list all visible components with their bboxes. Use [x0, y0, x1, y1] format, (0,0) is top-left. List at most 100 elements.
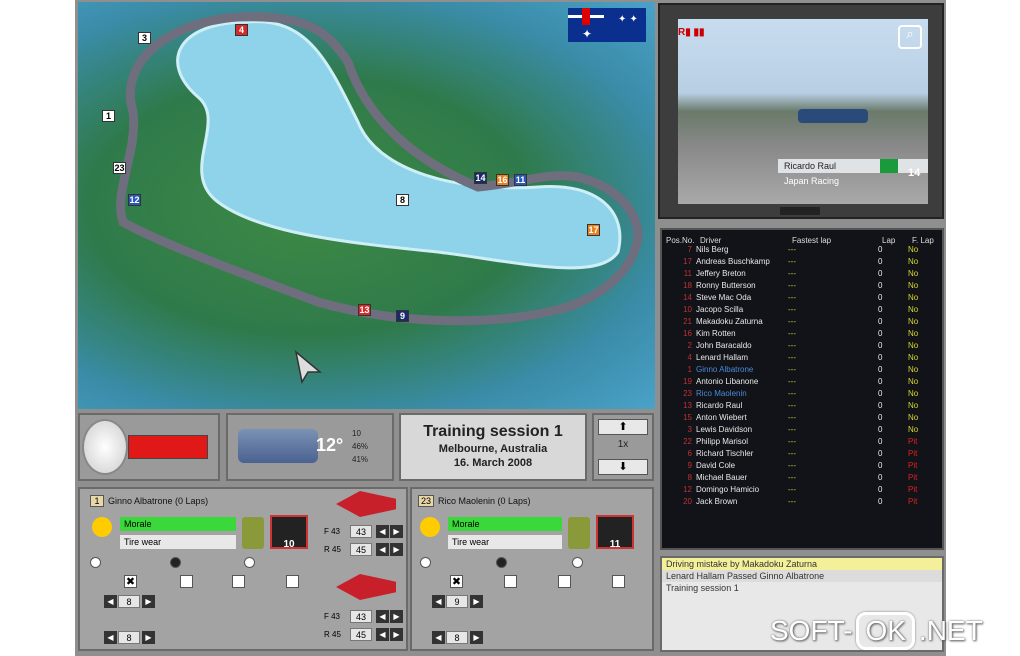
- option-checkbox[interactable]: [504, 575, 517, 588]
- standings-row[interactable]: 3 Lewis Davidson --- 0 No: [662, 424, 942, 436]
- track-map[interactable]: ✦ ✦ ✦ 3 4 1 23 12 14 16 11 8 17 13 9: [78, 2, 655, 409]
- stepper-left-icon[interactable]: ◀: [104, 631, 117, 644]
- standings-pos: 9: [687, 461, 692, 470]
- standings-driver: Makadoku Zaturna: [696, 317, 763, 326]
- car-marker[interactable]: 16: [496, 174, 509, 186]
- standings-row[interactable]: 6 Richard Tischler --- 0 Pit: [662, 448, 942, 460]
- standings-row[interactable]: 8 Michael Bauer --- 0 Pit: [662, 472, 942, 484]
- decrease-icon[interactable]: ◀: [376, 628, 389, 641]
- decrease-icon[interactable]: ◀: [376, 543, 389, 556]
- car-marker[interactable]: 17: [587, 224, 600, 236]
- car-marker[interactable]: 4: [235, 24, 248, 36]
- car-marker[interactable]: 14: [474, 172, 487, 184]
- camera-controls[interactable]: [780, 207, 820, 215]
- standings-row[interactable]: 9 David Cole --- 0 Pit: [662, 460, 942, 472]
- option-checkbox[interactable]: [286, 575, 299, 588]
- strategy-radio[interactable]: [244, 557, 255, 568]
- speed-up-button[interactable]: ⬆: [598, 419, 648, 435]
- rear-wing-value[interactable]: 45: [350, 543, 372, 556]
- standings-driver: Jack Brown: [696, 497, 738, 506]
- standings-row[interactable]: 17 Andreas Buschkamp --- 0 No: [662, 256, 942, 268]
- stopwatch-icon: [82, 419, 128, 475]
- standings-row[interactable]: 12 Domingo Hamicio --- 0 Pit: [662, 484, 942, 496]
- standings-row[interactable]: 19 Antonio Libanone --- 0 No: [662, 376, 942, 388]
- option-checkbox[interactable]: ✖: [124, 575, 137, 588]
- rear-wing-value[interactable]: 45: [350, 628, 372, 641]
- strategy-radio[interactable]: [170, 557, 181, 568]
- standings-row[interactable]: 18 Ronny Butterson --- 0 No: [662, 280, 942, 292]
- standings-row[interactable]: 23 Rico Maolenin --- 0 No: [662, 388, 942, 400]
- standings-driver: Michael Bauer: [696, 473, 748, 482]
- option-checkbox[interactable]: [612, 575, 625, 588]
- session-title: Training session 1: [423, 423, 563, 440]
- pit-indicator: 10: [270, 515, 308, 550]
- option-checkbox[interactable]: [180, 575, 193, 588]
- increase-icon[interactable]: ▶: [390, 543, 403, 556]
- stepper-right-icon[interactable]: ▶: [470, 631, 483, 644]
- increase-icon[interactable]: ▶: [390, 610, 403, 623]
- tv-camera-panel: R▮ ▮▮ ⌕ Ricardo Raul Japan Racing 14: [658, 3, 944, 219]
- stepper-value[interactable]: 8: [446, 631, 468, 644]
- standings-row[interactable]: 21 Makadoku Zaturna --- 0 No: [662, 316, 942, 328]
- stepper-left-icon[interactable]: ◀: [104, 595, 117, 608]
- header-driver: Driver: [700, 236, 722, 245]
- strategy-radio[interactable]: [572, 557, 583, 568]
- standings-flap: No: [908, 425, 919, 434]
- stepper-right-icon[interactable]: ▶: [142, 631, 155, 644]
- zoom-icon[interactable]: ⌕: [898, 25, 922, 49]
- standings-row[interactable]: 15 Anton Wiebert --- 0 No: [662, 412, 942, 424]
- standings-pos: 13: [683, 401, 692, 410]
- standings-row[interactable]: 11 Jeffery Breton --- 0 No: [662, 268, 942, 280]
- standings-row[interactable]: 16 Kim Rotten --- 0 No: [662, 328, 942, 340]
- increase-icon[interactable]: ▶: [390, 628, 403, 641]
- morale-bar: Morale: [120, 517, 236, 531]
- standings-row[interactable]: 1 Ginno Albatrone --- 0 No: [662, 364, 942, 376]
- strategy-radio[interactable]: [496, 557, 507, 568]
- standings-fastest: ---: [788, 461, 796, 470]
- standings-row[interactable]: 20 Jack Brown --- 0 Pit: [662, 496, 942, 508]
- increase-icon[interactable]: ▶: [390, 525, 403, 538]
- standings-row[interactable]: 7 Nils Berg --- 0 No: [662, 244, 942, 256]
- standings-fastest: ---: [788, 365, 796, 374]
- standings-fastest: ---: [788, 401, 796, 410]
- standings-flap: No: [908, 305, 919, 314]
- option-checkbox[interactable]: [232, 575, 245, 588]
- option-checkbox[interactable]: [558, 575, 571, 588]
- stepper-value[interactable]: 8: [118, 631, 140, 644]
- front-wing-label: F 43: [324, 527, 341, 536]
- stepper-right-icon[interactable]: ▶: [142, 595, 155, 608]
- decrease-icon[interactable]: ◀: [376, 610, 389, 623]
- standings-driver: Lenard Hallam: [696, 353, 749, 362]
- option-checkbox[interactable]: ✖: [450, 575, 463, 588]
- car-marker[interactable]: 9: [396, 310, 409, 322]
- front-wing-value[interactable]: 43: [350, 525, 372, 538]
- stepper-value[interactable]: 8: [118, 595, 140, 608]
- standings-fastest: ---: [788, 305, 796, 314]
- watermark-left: SOFT-: [770, 615, 853, 646]
- standings-flap: No: [908, 245, 919, 254]
- standings-fastest: ---: [788, 425, 796, 434]
- car-marker[interactable]: 13: [358, 304, 371, 316]
- standings-row[interactable]: 10 Jacopo Scilla --- 0 No: [662, 304, 942, 316]
- standings-row[interactable]: 13 Ricardo Raul --- 0 No: [662, 400, 942, 412]
- stepper-right-icon[interactable]: ▶: [470, 595, 483, 608]
- stepper-left-icon[interactable]: ◀: [432, 631, 445, 644]
- car-marker[interactable]: 12: [128, 194, 141, 206]
- standings-row[interactable]: 4 Lenard Hallam --- 0 No: [662, 352, 942, 364]
- standings-lap: 0: [878, 389, 883, 398]
- standings-row[interactable]: 22 Philipp Marisol --- 0 Pit: [662, 436, 942, 448]
- camera-view[interactable]: R▮ ▮▮ ⌕ Ricardo Raul Japan Racing 14: [678, 19, 928, 204]
- driver-number: 23: [418, 495, 434, 507]
- decrease-icon[interactable]: ◀: [376, 525, 389, 538]
- front-wing-value[interactable]: 43: [350, 610, 372, 623]
- strategy-radio[interactable]: [420, 557, 431, 568]
- strategy-radio[interactable]: [90, 557, 101, 568]
- car-marker[interactable]: 11: [514, 174, 527, 186]
- stepper-left-icon[interactable]: ◀: [432, 595, 445, 608]
- stepper-value[interactable]: 9: [446, 595, 468, 608]
- standings-row[interactable]: 14 Steve Mac Oda --- 0 No: [662, 292, 942, 304]
- standings-row[interactable]: 2 John Baracaldo --- 0 No: [662, 340, 942, 352]
- standings-lap: 0: [878, 293, 883, 302]
- speed-down-button[interactable]: ⬇: [598, 459, 648, 475]
- standings-flap: Pit: [908, 485, 918, 494]
